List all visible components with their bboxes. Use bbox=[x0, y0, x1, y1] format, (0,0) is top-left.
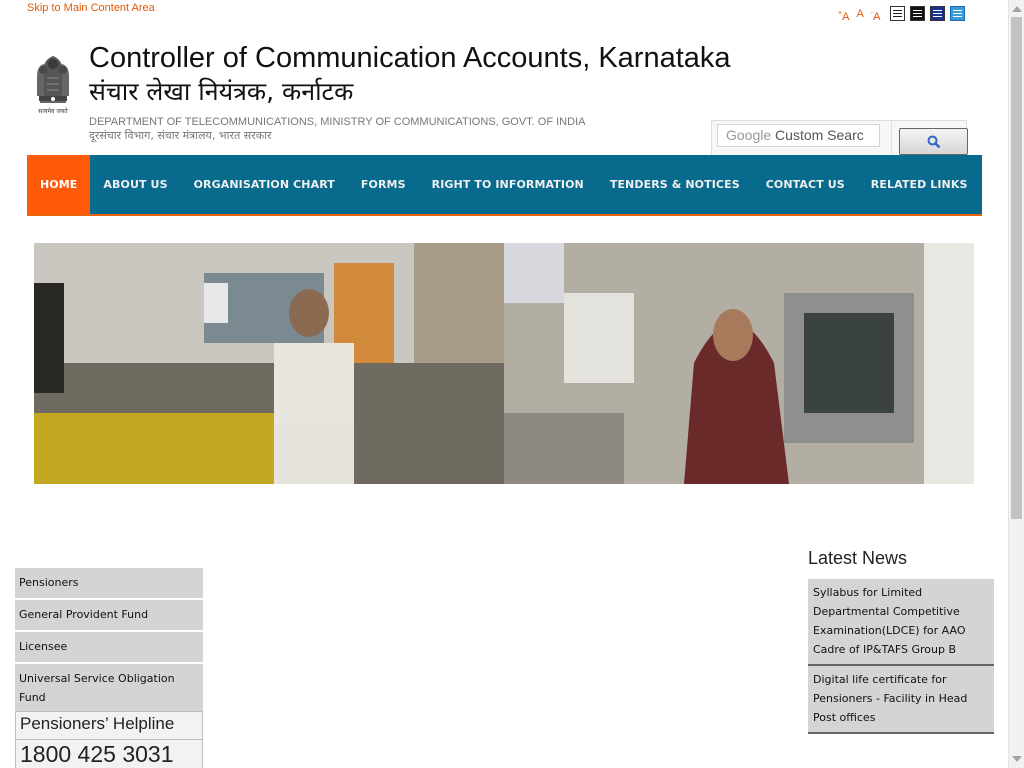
site-title-english: Controller of Communication Accounts, Ka… bbox=[89, 42, 731, 74]
skip-to-main-link[interactable]: Skip to Main Content Area bbox=[27, 2, 155, 14]
latest-news-list: Syllabus for Limited Departmental Compet… bbox=[808, 579, 994, 734]
contrast-light-blue-icon[interactable] bbox=[950, 6, 966, 21]
contrast-black-icon[interactable] bbox=[910, 6, 926, 21]
magnifier-icon bbox=[927, 135, 940, 148]
quick-links-sidebar: Pensioners General Provident Fund Licens… bbox=[15, 568, 203, 715]
nav-right-to-information[interactable]: RIGHT TO INFORMATION bbox=[419, 155, 597, 214]
scroll-down-arrow-icon[interactable] bbox=[1012, 756, 1022, 762]
contrast-switcher bbox=[890, 6, 966, 21]
department-line-hindi: दूरसंचार विभाग, संचार मंत्रालय, भारत सरक… bbox=[89, 129, 272, 142]
nav-about-us[interactable]: ABOUT US bbox=[90, 155, 180, 214]
pensioners-helpline-box: Pensioners’ Helpline 1800 425 3031 bbox=[15, 711, 203, 768]
sidebar-item-pensioners[interactable]: Pensioners bbox=[15, 568, 203, 600]
news-item[interactable]: Syllabus for Limited Departmental Compet… bbox=[808, 579, 994, 666]
sidebar-item-licensee[interactable]: Licensee bbox=[15, 632, 203, 664]
main-navigation: HOME ABOUT US ORGANISATION CHART FORMS R… bbox=[27, 155, 982, 216]
nav-organisation-chart[interactable]: ORGANISATION CHART bbox=[181, 155, 348, 214]
site-search: Google Custom Searc bbox=[711, 120, 968, 156]
search-divider bbox=[891, 121, 892, 156]
search-google-brand: Google bbox=[726, 127, 772, 143]
nav-related-links[interactable]: RELATED LINKS bbox=[858, 155, 981, 214]
emblem-motto: सत्यमेव जयते bbox=[38, 107, 68, 115]
contrast-blue-icon[interactable] bbox=[930, 6, 946, 21]
latest-news-heading: Latest News bbox=[808, 548, 908, 568]
nav-tenders-notices[interactable]: TENDERS & NOTICES bbox=[597, 155, 753, 214]
nav-home[interactable]: HOME bbox=[27, 155, 91, 214]
sidebar-item-gpf[interactable]: General Provident Fund bbox=[15, 600, 203, 632]
helpline-title: Pensioners’ Helpline bbox=[16, 712, 202, 740]
nav-forms[interactable]: FORMS bbox=[348, 155, 419, 214]
news-item[interactable]: Digital life certificate for Pensioners … bbox=[808, 666, 994, 734]
accessibility-controls: +A A -A bbox=[838, 6, 966, 25]
search-input-value: Custom Searc bbox=[775, 127, 864, 143]
sidebar-item-usof[interactable]: Universal Service Obligation Fund bbox=[15, 664, 203, 715]
national-emblem-logo: सत्यमेव जयते bbox=[31, 42, 75, 118]
scroll-up-arrow-icon[interactable] bbox=[1012, 6, 1022, 12]
department-line-english: DEPARTMENT OF TELECOMMUNICATIONS, MINIST… bbox=[89, 116, 586, 128]
scrollbar-thumb[interactable] bbox=[1011, 17, 1022, 519]
font-normal-button[interactable]: A bbox=[856, 6, 863, 22]
contrast-standard-icon[interactable] bbox=[890, 6, 906, 21]
hero-banner bbox=[34, 243, 975, 484]
nav-contact-us[interactable]: CONTACT US bbox=[753, 155, 858, 214]
vertical-scrollbar[interactable] bbox=[1008, 0, 1024, 768]
font-increase-button[interactable]: +A bbox=[838, 6, 849, 25]
search-button[interactable] bbox=[899, 128, 968, 155]
banner-photo-girl-phone bbox=[504, 243, 974, 484]
banner-photo-elderly-man-phone bbox=[34, 243, 504, 484]
font-decrease-button[interactable]: -A bbox=[871, 6, 881, 25]
helpline-number: 1800 425 3031 bbox=[16, 740, 202, 768]
search-input[interactable]: Google Custom Searc bbox=[717, 124, 880, 147]
site-title-hindi: संचार लेखा नियंत्रक, कर्नाटक bbox=[89, 77, 354, 106]
